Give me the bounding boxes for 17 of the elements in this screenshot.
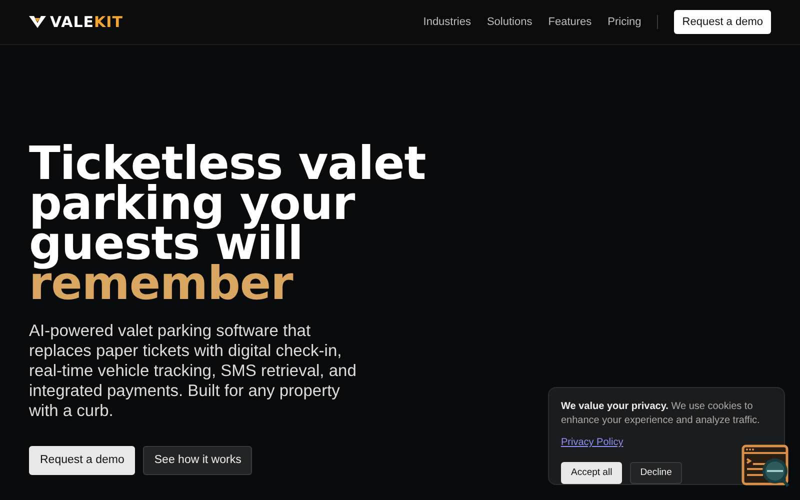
privacy-policy-link[interactable]: Privacy Policy <box>561 437 624 448</box>
nav-link[interactable]: Pricing <box>608 14 642 30</box>
secondary-button[interactable]: See how it works <box>143 446 252 476</box>
hero-headline: Ticketless valet parking your guests will remember <box>29 143 427 303</box>
cookie-message: We value your privacy. We use cookies to enhance your experience and analyze traffic. <box>561 400 761 428</box>
help-icon[interactable] <box>741 444 791 490</box>
primary-button[interactable]: Request a demo <box>29 446 136 476</box>
logo-icon <box>29 16 46 28</box>
request-demo-button[interactable]: Request a demo <box>674 10 771 34</box>
nav-link[interactable]: Features <box>548 14 592 30</box>
nav-link[interactable]: Solutions <box>486 14 532 30</box>
hero-description: AI-powered valet parking software that replaces paper tickets with digital check-in, real-time vehicle tracking, SMS retrieval, and integrated payments. Built for any property with a curb. <box>29 321 358 421</box>
accept-button[interactable]: Accept all <box>561 462 622 484</box>
logo-text: VALE <box>50 12 94 31</box>
nav-link[interactable]: Industries <box>423 14 471 30</box>
decline-button[interactable]: Decline <box>630 462 682 484</box>
logo-accent-text: KIT <box>94 12 123 31</box>
